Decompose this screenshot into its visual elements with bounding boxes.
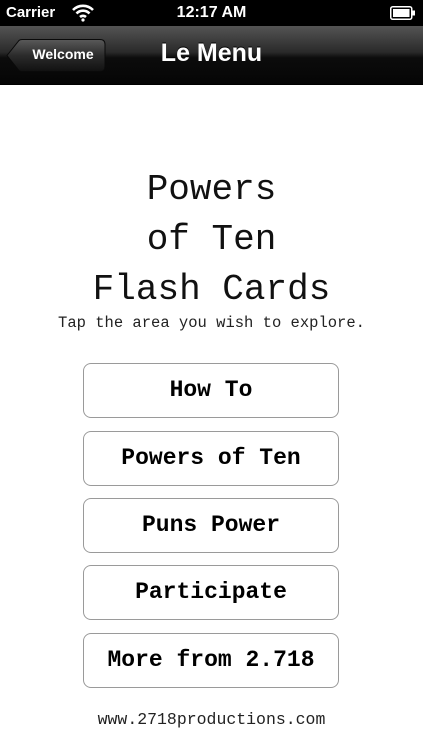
- how-to-button[interactable]: How To: [83, 363, 339, 418]
- powers-of-ten-button[interactable]: Powers of Ten: [83, 431, 339, 486]
- participate-button[interactable]: Participate: [83, 565, 339, 620]
- page-title-line: of Ten: [146, 219, 277, 260]
- instructions-text: Tap the area you wish to explore.: [58, 314, 365, 332]
- navigation-bar: Welcome Le Menu: [0, 26, 423, 85]
- page-title: Powers of Ten Flash Cards: [0, 165, 423, 315]
- status-time: 12:17 AM: [176, 4, 247, 21]
- battery-icon: [390, 6, 415, 20]
- menu-content: Powers of Ten Flash Cards Tap the area y…: [0, 85, 423, 750]
- page-title-line: Powers: [146, 169, 277, 210]
- puns-power-button[interactable]: Puns Power: [83, 498, 339, 553]
- page-title-line: Flash Cards: [92, 269, 331, 310]
- status-bar: Carrier 12:17 AM: [0, 0, 423, 26]
- website-link[interactable]: www.2718productions.com: [0, 710, 423, 729]
- more-from-2718-button[interactable]: More from 2.718: [83, 633, 339, 688]
- nav-title: Le Menu: [160, 39, 263, 67]
